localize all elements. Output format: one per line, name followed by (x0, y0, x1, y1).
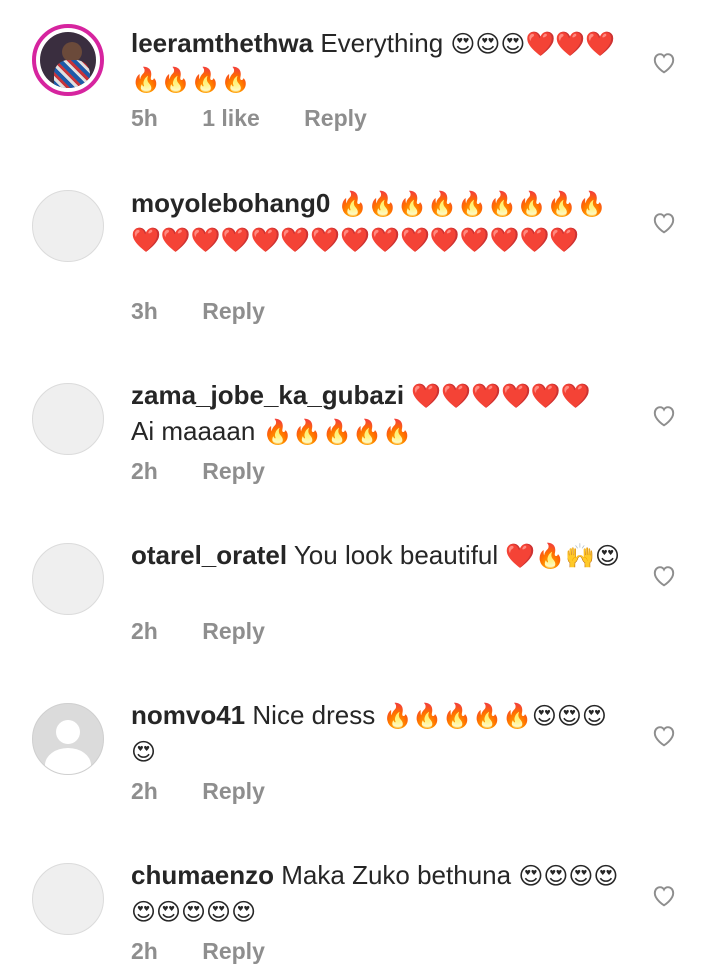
comment-text: otarel_oratel You look beautiful ❤️🔥🙌😍 (131, 538, 631, 574)
comment-text: chumaenzo Maka Zuko bethuna 😍😍😍😍😍😍😍😍😍 (131, 858, 631, 929)
avatar-photo (40, 32, 96, 88)
comment-emojis: ❤️🔥🙌😍 (505, 542, 621, 570)
comment-body: You look beautiful (293, 540, 499, 570)
avatar[interactable] (32, 543, 104, 615)
reply-button[interactable]: Reply (304, 105, 367, 131)
comment-time: 2h (131, 778, 158, 804)
heart-outline-icon[interactable] (651, 563, 677, 587)
avatar[interactable] (32, 24, 104, 96)
comment-body: Ai maaaan (131, 415, 256, 446)
comment-body: Maka Zuko bethuna (281, 860, 512, 890)
comment-username[interactable]: zama_jobe_ka_gubazi (131, 380, 404, 410)
comment-likes[interactable]: 1 like (202, 105, 260, 131)
comment-username[interactable]: nomvo41 (131, 700, 245, 730)
comment-text: nomvo41 Nice dress 🔥🔥🔥🔥🔥😍😍😍😍 (131, 698, 631, 769)
comment-meta: 2h Reply (131, 618, 303, 645)
default-avatar-icon (56, 720, 80, 744)
comment-meta: 2h Reply (131, 778, 303, 805)
reply-button[interactable]: Reply (202, 458, 265, 484)
comment-time: 2h (131, 938, 158, 964)
comment-body: Everything (320, 28, 444, 58)
comment-emojis: ❤️❤️❤️❤️❤️❤️ (411, 382, 591, 410)
comment-text: leeramthethwa Everything 😍😍😍❤️❤️❤️🔥🔥🔥🔥 (131, 26, 631, 97)
comment-body: Nice dress (252, 700, 376, 730)
reply-button[interactable]: Reply (202, 298, 265, 324)
comment-time: 3h (131, 298, 158, 324)
heart-outline-icon[interactable] (651, 723, 677, 747)
comment-meta: 2h Reply (131, 938, 303, 965)
comment-username[interactable]: otarel_oratel (131, 540, 287, 570)
avatar[interactable] (32, 863, 104, 935)
comment-username[interactable]: leeramthethwa (131, 28, 313, 58)
avatar[interactable] (32, 383, 104, 455)
comment-username[interactable]: moyolebohang0 (131, 188, 330, 218)
comment-meta: 3h Reply (131, 298, 303, 325)
comment-time: 2h (131, 618, 158, 644)
comment-text: zama_jobe_ka_gubazi ❤️❤️❤️❤️❤️❤️ Ai maaa… (131, 378, 631, 449)
avatar[interactable] (32, 190, 104, 262)
comment-text: moyolebohang0 🔥🔥🔥🔥🔥🔥🔥🔥🔥❤️❤️❤️❤️❤️❤️❤️❤️❤… (131, 186, 631, 257)
reply-button[interactable]: Reply (202, 938, 265, 964)
heart-outline-icon[interactable] (651, 403, 677, 427)
comment-meta: 5h 1 like Reply (131, 105, 405, 132)
comment-username[interactable]: chumaenzo (131, 860, 274, 890)
avatar[interactable] (32, 703, 104, 775)
heart-outline-icon[interactable] (651, 883, 677, 907)
heart-outline-icon[interactable] (651, 50, 677, 74)
heart-outline-icon[interactable] (651, 210, 677, 234)
comment-meta: 2h Reply (131, 458, 303, 485)
reply-button[interactable]: Reply (202, 778, 265, 804)
reply-button[interactable]: Reply (202, 618, 265, 644)
comment-emojis-2: 🔥🔥🔥🔥🔥 (262, 417, 412, 446)
comment-time: 2h (131, 458, 158, 484)
comment-time: 5h (131, 105, 158, 131)
